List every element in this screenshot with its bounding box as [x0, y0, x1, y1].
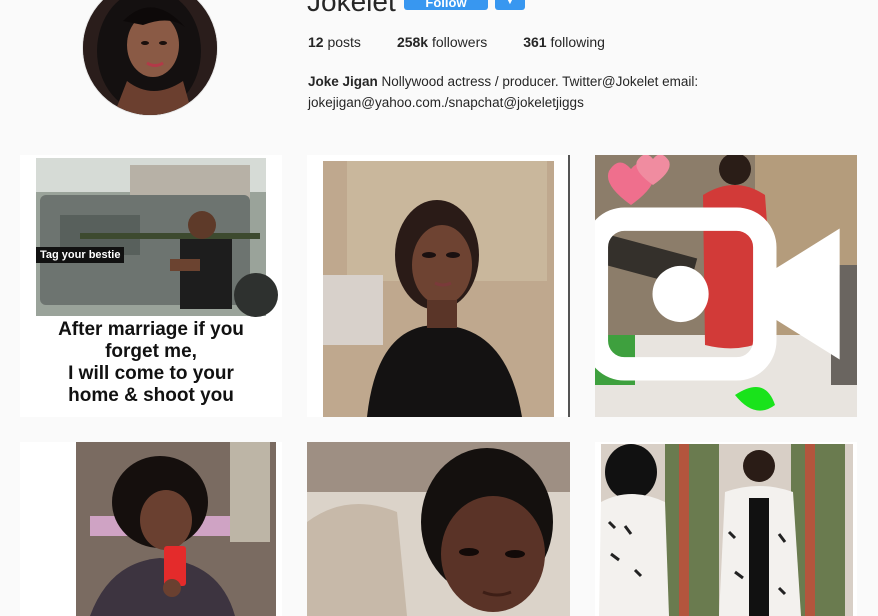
tag-your-bestie-label: Tag your bestie — [36, 247, 125, 263]
profile-username: Jokelet — [307, 0, 396, 17]
chevron-down-icon: ▼ — [505, 0, 515, 6]
follow-button[interactable]: Follow — [404, 0, 488, 10]
video-camera-icon — [595, 207, 840, 381]
following-stat[interactable]: 361 following — [523, 34, 605, 50]
post-4-image — [20, 442, 282, 616]
post-tile-3[interactable] — [595, 155, 857, 417]
following-count: 361 — [523, 34, 547, 50]
post-tile-5[interactable] — [307, 442, 570, 616]
meme-caption-line: I will come to your — [68, 363, 234, 384]
post-6-image — [595, 442, 857, 616]
more-options-button[interactable]: ▼ — [495, 0, 525, 10]
followers-count: 258k — [396, 34, 429, 50]
profile-full-name: Joke Jigan — [308, 74, 378, 89]
posts-count: 12 — [308, 34, 324, 50]
meme-caption-line: forget me, — [105, 341, 197, 362]
post-2-image — [307, 155, 570, 417]
profile-bio: Joke Jigan Nollywood actress / producer.… — [308, 71, 728, 113]
post-tile-6[interactable] — [595, 442, 857, 616]
post-tile-1[interactable]: Tag your bestie After marriage if you fo… — [20, 155, 282, 417]
followers-label: followers — [431, 34, 488, 50]
meme-caption-line: After marriage if you — [58, 319, 244, 340]
followers-stat[interactable]: 258k followers — [397, 34, 487, 50]
profile-stats: 12 posts 258k followers 361 following — [308, 34, 641, 50]
posts-label: posts — [327, 34, 361, 50]
profile-avatar[interactable] — [82, 0, 218, 116]
meme-caption: After marriage if you forget me, I will … — [20, 319, 282, 407]
post-tile-4[interactable] — [20, 442, 282, 616]
post-tile-2[interactable] — [307, 155, 570, 417]
following-label: following — [550, 34, 605, 50]
meme-caption-line: home & shoot you — [68, 385, 234, 406]
posts-stat: 12 posts — [308, 34, 361, 50]
post-5-image — [307, 442, 570, 616]
profile-page: Jokelet Follow ▼ 12 posts 258k followers… — [0, 0, 878, 616]
